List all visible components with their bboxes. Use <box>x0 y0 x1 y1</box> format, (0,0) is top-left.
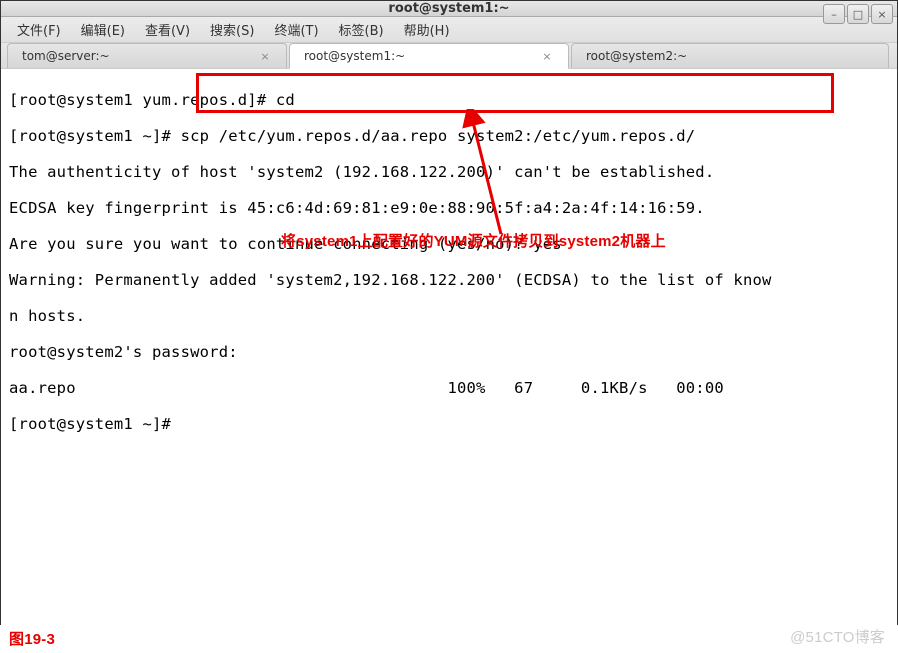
terminal-line: [root@system1 ~]# <box>9 415 889 433</box>
menu-view[interactable]: 查看(V) <box>137 17 198 42</box>
titlebar: root@system1:~ – □ × <box>1 1 897 17</box>
tab-label: tom@server:~ <box>22 49 110 63</box>
tab-root-system2[interactable]: root@system2:~ <box>571 43 889 68</box>
close-button[interactable]: × <box>871 4 893 24</box>
tab-root-system1[interactable]: root@system1:~ × <box>289 43 569 69</box>
menu-file[interactable]: 文件(F) <box>9 17 69 42</box>
terminal-line: [root@system1 ~]# scp /etc/yum.repos.d/a… <box>9 127 889 145</box>
terminal-line: aa.repo 100% 67 0.1KB/s 00:00 <box>9 379 889 397</box>
tabbar: tom@server:~ × root@system1:~ × root@sys… <box>1 43 897 69</box>
minimize-button[interactable]: – <box>823 4 845 24</box>
menu-tabs[interactable]: 标签(B) <box>331 17 392 42</box>
close-icon[interactable]: × <box>258 49 272 63</box>
window-controls: – □ × <box>823 4 893 24</box>
terminal-line: root@system2's password: <box>9 343 889 361</box>
tab-tom-server[interactable]: tom@server:~ × <box>7 43 287 68</box>
annotation-text: 将system1上配置好的YUM源文件拷贝到system2机器上 <box>281 233 666 251</box>
tab-label: root@system2:~ <box>586 49 687 63</box>
tab-label: root@system1:~ <box>304 49 405 63</box>
terminal-output[interactable]: [root@system1 yum.repos.d]# cd [root@sys… <box>1 69 897 653</box>
menu-search[interactable]: 搜索(S) <box>202 17 262 42</box>
watermark: @51CTO博客 <box>790 629 885 647</box>
figure-label: 图19-3 <box>9 631 55 649</box>
menu-edit[interactable]: 编辑(E) <box>73 17 133 42</box>
close-icon[interactable]: × <box>540 49 554 63</box>
terminal-line: Warning: Permanently added 'system2,192.… <box>9 271 889 289</box>
menu-help[interactable]: 帮助(H) <box>396 17 458 42</box>
window-title: root@system1:~ <box>388 1 509 16</box>
terminal-line: The authenticity of host 'system2 (192.1… <box>9 163 889 181</box>
terminal-line: n hosts. <box>9 307 889 325</box>
menubar: 文件(F) 编辑(E) 查看(V) 搜索(S) 终端(T) 标签(B) 帮助(H… <box>1 17 897 43</box>
terminal-line: ECDSA key fingerprint is 45:c6:4d:69:81:… <box>9 199 889 217</box>
maximize-button[interactable]: □ <box>847 4 869 24</box>
terminal-window: root@system1:~ – □ × 文件(F) 编辑(E) 查看(V) 搜… <box>0 0 898 625</box>
menu-terminal[interactable]: 终端(T) <box>266 17 326 42</box>
terminal-line: [root@system1 yum.repos.d]# cd <box>9 91 889 109</box>
